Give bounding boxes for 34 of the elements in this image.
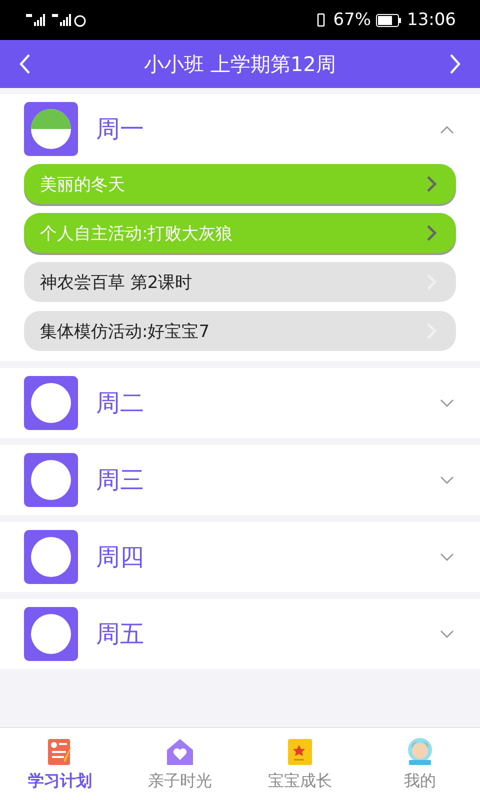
- lesson-item[interactable]: 神农尝百草 第2课时: [24, 262, 456, 302]
- nav-tab[interactable]: 亲子时光: [120, 728, 240, 800]
- star-book-icon: [286, 736, 314, 766]
- house-heart-icon: [165, 736, 195, 766]
- chevron-icon: [440, 552, 454, 562]
- day-row[interactable]: 周四: [0, 522, 480, 592]
- day-row[interactable]: 周三: [0, 445, 480, 515]
- nav-tab[interactable]: 我的: [360, 728, 480, 800]
- battery-percent: 67%: [333, 10, 371, 30]
- chevron-icon: [440, 398, 454, 408]
- day-progress-icon: [24, 530, 78, 584]
- forward-icon[interactable]: [448, 53, 462, 75]
- chevron-right-icon: [426, 224, 438, 242]
- day-progress-icon: [24, 453, 78, 507]
- chevron-icon: [440, 124, 454, 134]
- chevron-right-icon: [426, 175, 438, 193]
- day-progress-icon: [24, 376, 78, 430]
- chevron-icon: [440, 476, 454, 484]
- nav-tab[interactable]: 学习计划: [0, 728, 120, 800]
- child-avatar-icon: [405, 736, 435, 766]
- battery-icon: [376, 14, 402, 26]
- document-pencil-icon: [46, 736, 74, 766]
- clock-time: 13:06: [407, 10, 456, 30]
- back-icon[interactable]: [18, 53, 32, 75]
- chevron-icon: [440, 630, 454, 638]
- day-progress-icon: [24, 102, 78, 156]
- day-progress-icon: [24, 607, 78, 661]
- nav-tab[interactable]: 宝宝成长: [240, 728, 360, 800]
- signal-icon: [26, 13, 86, 27]
- lesson-item[interactable]: 集体模仿活动:好宝宝7: [24, 311, 456, 351]
- day-row[interactable]: 周二: [0, 368, 480, 438]
- header-title: 小小班 上学期第12周: [144, 50, 336, 78]
- day-row[interactable]: 周五: [0, 599, 480, 669]
- day-row[interactable]: 周一: [0, 94, 480, 164]
